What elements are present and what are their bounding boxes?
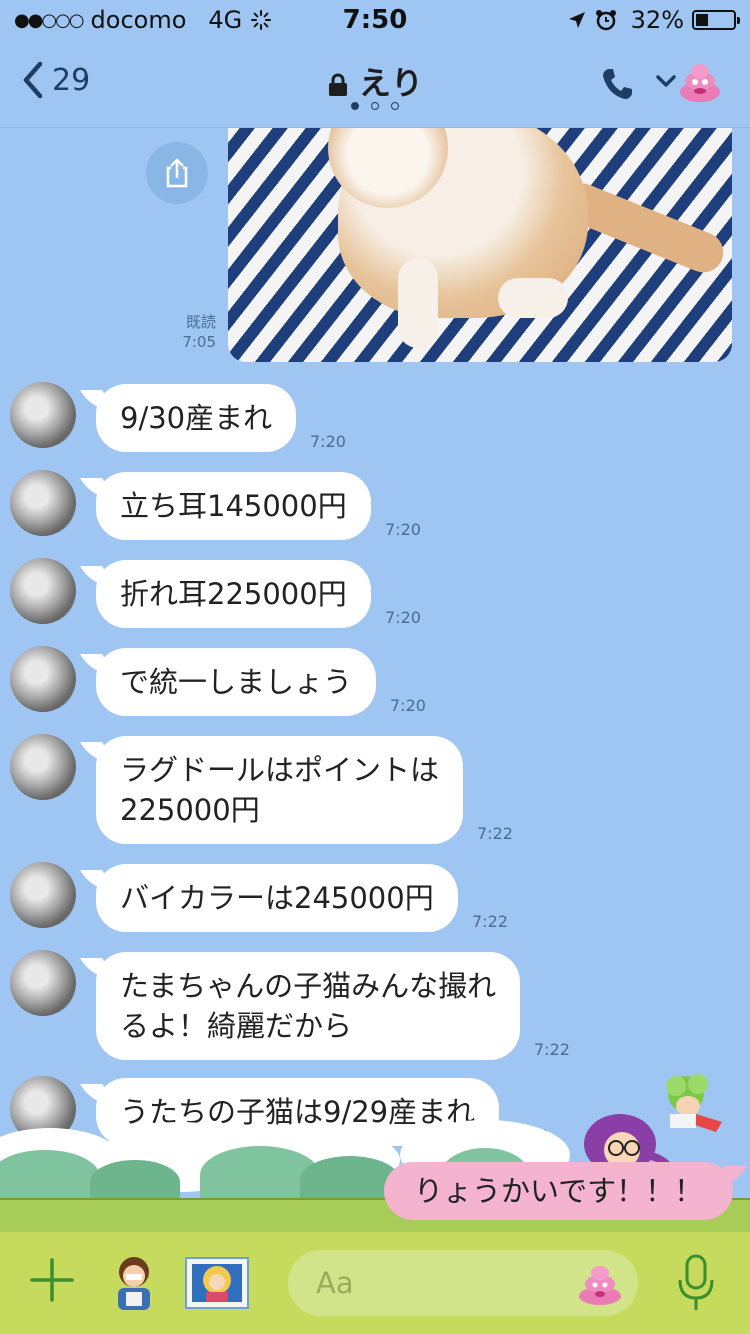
emoji-sticker-button-icon[interactable] — [576, 1260, 624, 1306]
page-dot — [371, 102, 379, 110]
avatar[interactable] — [10, 470, 76, 536]
message-bubble[interactable]: 立ち耳145000円 — [96, 472, 371, 540]
microphone-icon[interactable] — [676, 1252, 716, 1314]
message-bubble[interactable]: で統一しましょう — [96, 648, 377, 716]
message-time: 7:22 — [472, 912, 508, 931]
chat-title[interactable]: えり — [0, 58, 750, 104]
message-bubble[interactable]: ラグドールはポイントは 225000円 — [96, 736, 464, 844]
kitten-leg — [398, 258, 438, 348]
message-bubble[interactable]: 折れ耳225000円 — [96, 560, 371, 628]
sent-message-bubble[interactable]: りょうかいです！！！ — [384, 1162, 734, 1220]
message-bubble[interactable]: 9/30産まれ — [96, 384, 297, 452]
avatar[interactable] — [10, 382, 76, 448]
message-time: 7:20 — [385, 520, 421, 539]
location-arrow-icon — [568, 12, 585, 28]
message-text: るよ！綺麗だから — [120, 1009, 353, 1043]
message-time: 7:22 — [477, 824, 513, 843]
phone-icon[interactable] — [600, 66, 636, 102]
message-input-placeholder: Aa — [316, 1266, 354, 1300]
message-text: 225000円 — [120, 793, 260, 827]
avatar[interactable] — [10, 950, 76, 1016]
poop-mascot-icon[interactable] — [676, 56, 724, 104]
network-label: 4G — [208, 6, 243, 34]
plus-icon[interactable] — [28, 1256, 76, 1304]
lock-icon — [328, 73, 347, 96]
message-text: で統一しましょう — [120, 665, 353, 699]
chat-message-list[interactable]: 既読 7:05 9/30産まれ 7:20 立ち耳145000円 7:20 折れ耳2250… — [0, 128, 750, 1232]
message-text: たまちゃんの子猫みんな撮れ — [120, 969, 497, 1003]
read-receipt: 既読 7:05 — [182, 312, 216, 352]
photo-sticker-icon[interactable] — [184, 1256, 250, 1310]
avatar[interactable] — [10, 862, 76, 928]
message-text: ラグドールはポイントは — [120, 753, 440, 787]
message-text: うたちの子猫は9/29産まれ — [120, 1095, 476, 1129]
message-time: 7:20 — [310, 432, 346, 451]
avatar[interactable] — [10, 734, 76, 800]
message-time: 7:43 — [513, 1126, 549, 1145]
page-indicator — [0, 102, 750, 113]
chat-name: えり — [358, 64, 423, 102]
green-haired-character-icon — [666, 1074, 722, 1132]
read-label: 既読 — [185, 313, 216, 331]
message-text: バイカラーは245000円 — [120, 881, 434, 915]
chevron-down-icon[interactable] — [656, 74, 676, 88]
share-button[interactable] — [146, 142, 208, 204]
photo-time: 7:05 — [182, 333, 216, 351]
message-bubble[interactable]: たまちゃんの子猫みんな撮れ るよ！綺麗だから — [96, 952, 521, 1060]
message-text: 折れ耳225000円 — [120, 577, 347, 611]
avatar[interactable] — [10, 646, 76, 712]
battery-icon — [692, 10, 740, 30]
status-bar: ●●○○○ docomo 4G 7:50 32% — [0, 0, 750, 40]
message-time: 7:22 — [534, 1040, 570, 1059]
loading-spinner-icon — [251, 10, 272, 30]
avatar[interactable] — [10, 1076, 76, 1142]
signal-strength-icon: ●●○○○ — [14, 9, 85, 31]
chat-header: 29 えり — [0, 40, 750, 128]
message-bubble[interactable]: バイカラーは245000円 — [96, 864, 458, 932]
message-text: 立ち耳145000円 — [120, 489, 347, 523]
carrier-label: docomo — [90, 6, 187, 34]
page-dot — [391, 102, 399, 110]
kitten-leg — [498, 278, 568, 318]
kitten-photo[interactable] — [228, 128, 732, 362]
share-icon — [166, 158, 188, 188]
message-text: 9/30産まれ — [120, 401, 273, 435]
avatar[interactable] — [10, 558, 76, 624]
message-time: 7:20 — [390, 696, 426, 715]
message-bubble[interactable]: うたちの子猫は9/29産まれ — [96, 1078, 500, 1146]
battery-percent: 32% — [630, 6, 684, 34]
message-input-bar: Aa — [0, 1232, 750, 1334]
sticker-character-icon[interactable] — [104, 1252, 164, 1312]
message-time: 7:20 — [385, 608, 421, 627]
page-dot — [351, 102, 359, 110]
alarm-icon — [595, 10, 616, 31]
